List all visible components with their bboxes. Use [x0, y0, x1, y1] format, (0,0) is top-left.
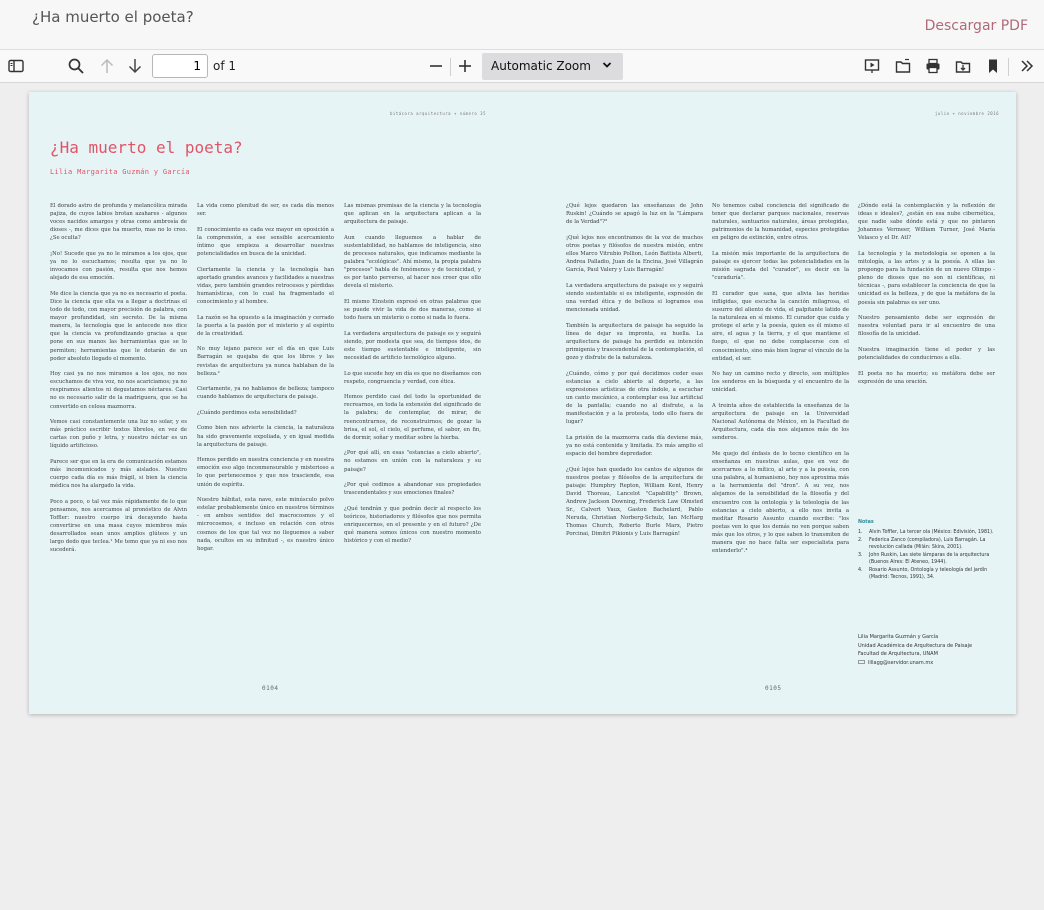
footnotes: Notas 1. Alvin Toffler, La tercer ola (Mé… [858, 519, 998, 582]
paragraph: Nuestra imaginación tiene el poder y las… [858, 346, 995, 361]
text-column: ¿Qué lejos quedaron las enseñanzas de Jo… [566, 202, 703, 546]
paragraph: Lo que sucede hoy en día es que no diseñ… [344, 370, 482, 385]
paragraph: La razón se ha opuesto a la imaginación … [197, 314, 334, 337]
paragraph: También la arquitectura de paisaje ha se… [566, 322, 703, 361]
paragraph: Poco a poco, o tal vez más rápidamente d… [50, 498, 187, 554]
paragraph: El dorado astro de profunda y melancólic… [50, 203, 187, 242]
paragraph: La verdadera arquitectura de paisaje es … [566, 282, 703, 314]
paragraph: La misión más importante de la arquitect… [712, 250, 849, 282]
page-folio-right: 0105 [765, 685, 782, 692]
paragraph: Vemos casi constantemente una luz no sol… [50, 419, 187, 450]
search-icon[interactable] [63, 54, 89, 78]
paragraph: ¿Qué lejos quedaron las enseñanzas de Jo… [566, 203, 703, 226]
notes-title: Notas [858, 520, 874, 525]
paragraph: Ciertamente, ya no hablamos de belleza; … [197, 386, 334, 401]
zoom-out-icon[interactable] [423, 54, 449, 78]
pdf-page: bitácora arquitectura + número 35 julio … [29, 92, 1016, 714]
paragraph: La prisión de la mazmorra cada día devie… [566, 434, 703, 457]
email-icon [858, 660, 865, 665]
author-credit: Lilia Margarita Guzmán y García Unidad A… [858, 633, 1008, 667]
paragraph: La tecnología y la metodología se oponen… [858, 250, 995, 306]
arrow-up-icon[interactable] [94, 54, 120, 78]
running-header-left: bitácora arquitectura + número 35 [390, 111, 486, 116]
paragraph: Me quejo del énfasis de lo tecno científ… [712, 450, 849, 555]
running-header-right: julio + noviembre 2016 [935, 111, 999, 116]
paragraph: ¿Por qué allí, en esas "estancias a ciel… [344, 450, 481, 473]
paragraph: El poeta no ha muerto; su metáfora debe … [858, 370, 995, 385]
paragraph: Parece ser que en la era de comunicación… [50, 459, 187, 490]
chevron-down-icon [601, 59, 613, 74]
paragraph: A treinta años de establecida la enseñan… [712, 402, 849, 442]
paragraph: ¿Cuándo perdimos esta sensibilidad? [197, 409, 297, 416]
sidebar-toggle-icon[interactable] [3, 54, 29, 78]
paragraph: ¡Qué lejos nos encontramos de la voz de … [566, 234, 703, 274]
double-chevron-right-icon[interactable] [1014, 54, 1040, 78]
footnote: 1. Alvin Toffler, La tercer ola (México: … [858, 530, 994, 535]
paragraph: Me dice la ciencia que ya no es necesari… [50, 290, 187, 362]
zoom-value: Automatic Zoom [491, 59, 591, 73]
paragraph: Hemos perdido en nuestra conciencia y en… [197, 457, 334, 488]
paragraph: Nuestro hábitat, esta nave, este minúscu… [197, 497, 334, 552]
paragraph: Las mismas premisas de la ciencia y la t… [344, 203, 481, 226]
page-folio-left: 0104 [262, 685, 279, 692]
document-title: ¿Ha muerto el poeta? [32, 8, 194, 26]
paragraph: No muy lejano parece ser el día en que L… [197, 346, 334, 377]
footnote: 4. Rosario Assunto, Ontología y teleologí… [858, 568, 988, 580]
paragraph: ¿Qué lejos han quedado los cantos de alg… [566, 466, 703, 538]
text-column: No tenemos cabal conciencia del signific… [712, 202, 849, 563]
toolbar-divider [450, 58, 451, 76]
credit-faculty: Facultad de Arquitectura, UNAM [858, 651, 938, 658]
credit-email: lillagg@servidor.unam.mx [868, 659, 934, 666]
paragraph: Hoy casi ya no nos miramos a los ojos, n… [50, 371, 187, 410]
download-icon[interactable] [950, 54, 976, 78]
zoom-select[interactable]: Automatic Zoom [482, 53, 623, 80]
paragraph: ¿Dónde está la contemplación y la reflex… [858, 203, 995, 242]
article-title: ¿Ha muerto el poeta? [50, 138, 243, 157]
paragraph: El mismo Einstein expresó en otras palab… [344, 298, 481, 322]
credit-unit: Unidad Académica de Arquitectura de Pais… [858, 642, 973, 649]
article-author: Lilia Margarita Guzmán y García [50, 168, 190, 176]
paragraph: El curador que sana, que alivia las heri… [712, 290, 849, 362]
footnote: 2. Federica Zanco (compiladora), Luis Bar… [858, 538, 986, 550]
paragraph: El conocimiento es cada vez mayor en opo… [197, 226, 334, 257]
paragraph: Aun cuando lleguemos a hablar de sustent… [344, 234, 481, 290]
presentation-icon[interactable] [859, 54, 885, 78]
paragraph: ¿Qué tendrán y que podrán decir al respe… [344, 505, 481, 545]
paragraph: No hay un camino recto y directo, son mú… [712, 371, 849, 394]
paragraph: ¡No! Sucede que ya no le miramos a los o… [50, 250, 187, 282]
bookmark-icon[interactable] [980, 54, 1006, 78]
paragraph: ¿Por qué cedimos a abandonar sus propied… [344, 482, 481, 497]
paragraph: La verdadera arquitectura de paisaje es … [344, 330, 481, 361]
paragraph: ¿Cuándo, cómo y por qué decidimos ceder … [566, 370, 703, 426]
page-count: of 1 [213, 59, 237, 73]
toolbar-divider [1008, 58, 1009, 76]
paragraph: Nuestro pensamiento debe ser expresión d… [858, 315, 995, 338]
zoom-in-icon[interactable] [452, 54, 478, 78]
page-number-input[interactable] [152, 54, 208, 78]
paragraph: No tenemos cabal conciencia del signific… [712, 203, 849, 242]
footnote: 3. John Ruskin, Las siete lámparas de la … [858, 553, 990, 565]
paragraph: Ciertamente la ciencia y la tecnología h… [197, 266, 334, 305]
text-column: El dorado astro de profunda y melancólic… [50, 202, 187, 562]
open-file-icon[interactable] [890, 54, 916, 78]
credit-name: Lilia Margarita Guzmán y García [858, 634, 939, 640]
text-column: La vida como plenitud de ser, es cada dí… [197, 202, 334, 560]
download-pdf-link[interactable]: Descargar PDF [925, 18, 1028, 34]
app-header: ¿Ha muerto el poeta? Descargar PDF [0, 0, 1044, 50]
paragraph: Como bien nos advierte la ciencia, la na… [197, 425, 334, 448]
arrow-down-icon[interactable] [122, 54, 148, 78]
text-column: Las mismas premisas de la ciencia y la t… [344, 202, 481, 553]
print-icon[interactable] [920, 54, 946, 78]
text-column: ¿Dónde está la contemplación y la reflex… [858, 202, 995, 393]
paragraph: La vida como plenitud de ser, es cada dí… [197, 203, 334, 218]
paragraph: Hemos perdido casi del todo la oportunid… [344, 394, 481, 441]
